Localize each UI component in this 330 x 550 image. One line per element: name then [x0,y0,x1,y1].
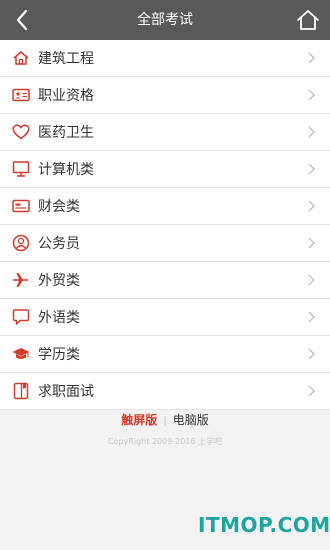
menu-item-foreign-trade[interactable]: 外贸类 [0,262,330,299]
menu-item-job-interview[interactable]: 求职面试 [0,373,330,410]
menu-item-label: 外语类 [38,310,80,326]
chevron-right-icon [306,311,316,323]
app-header: 全部考试 [0,0,330,40]
menu-item-education[interactable]: 学历类 [0,336,330,373]
menu-item-label: 计算机类 [38,162,94,178]
chevron-right-icon [306,237,316,249]
version-switcher: 触屏版 | 电脑版 [0,412,330,428]
chevron-right-icon [306,89,316,101]
version-separator: | [163,416,167,427]
site-watermark: ITMOP.COM [198,513,330,537]
pc-version-link[interactable]: 电脑版 [173,413,209,427]
menu-item-label: 建筑工程 [38,51,94,67]
card-icon [11,196,31,216]
chevron-right-icon [306,126,316,138]
chevron-right-icon [306,348,316,360]
menu-item-label: 公务员 [38,236,80,252]
speech-bubble-icon [11,307,31,327]
home-outline-icon [11,48,31,68]
menu-item-label: 医药卫生 [38,125,94,141]
menu-item-medicine-health[interactable]: 医药卫生 [0,114,330,151]
chevron-right-icon [306,163,316,175]
chevron-right-icon [306,385,316,397]
menu-item-computer[interactable]: 计算机类 [0,151,330,188]
chevron-right-icon [306,200,316,212]
book-icon [11,381,31,401]
menu-item-label: 求职面试 [38,384,94,400]
chevron-right-icon [306,52,316,64]
graduation-cap-icon [11,344,31,364]
home-button[interactable] [290,2,326,38]
menu-item-label: 职业资格 [38,88,94,104]
page-title: 全部考试 [137,12,193,28]
touch-version-link[interactable]: 触屏版 [121,413,157,427]
monitor-icon [11,159,31,179]
airplane-icon [11,270,31,290]
menu-item-foreign-language[interactable]: 外语类 [0,299,330,336]
exam-category-list: 建筑工程 职业资格 医药卫生 计算机类 财会类 公务员 外贸类 外语类 学历类 … [0,40,330,410]
menu-item-label: 学历类 [38,347,80,363]
menu-item-accounting[interactable]: 财会类 [0,188,330,225]
footer: 触屏版 | 电脑版 CopyRight 2009-2016 上学吧 [0,412,330,447]
menu-item-label: 外贸类 [38,273,80,289]
menu-item-label: 财会类 [38,199,80,215]
menu-item-professional-qualification[interactable]: 职业资格 [0,77,330,114]
home-icon [297,10,319,30]
id-card-icon [11,85,31,105]
heart-icon [11,122,31,142]
person-circle-icon [11,233,31,253]
chevron-right-icon [306,274,316,286]
copyright-text: CopyRight 2009-2016 上学吧 [107,437,223,446]
menu-item-construction[interactable]: 建筑工程 [0,40,330,77]
menu-item-civil-servant[interactable]: 公务员 [0,225,330,262]
